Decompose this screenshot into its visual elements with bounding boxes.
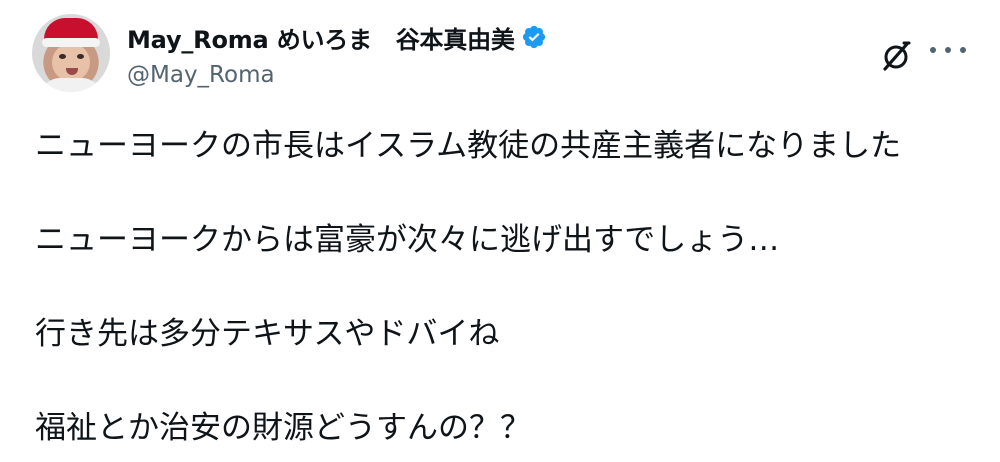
author-display-name[interactable]: May_Roma めいろま 谷本真由美 [127, 20, 515, 55]
author-handle[interactable]: @May_Roma [127, 62, 275, 88]
avatar-eye-left [59, 54, 66, 59]
more-dot [960, 47, 966, 53]
more-options-icon[interactable] [930, 38, 966, 62]
tweet-line: 福祉とか治安の財源どうすんの？？ [35, 410, 531, 446]
tweet-line: 行き先は多分テキサスやドバイね [35, 316, 500, 352]
avatar-body [40, 78, 102, 92]
more-dot [945, 47, 951, 53]
tweet-line: ニューヨークの市長はイスラム教徒の共産主義者になりました [35, 128, 902, 164]
author-name-row: May_Roma めいろま 谷本真由美 [127, 20, 547, 54]
avatar-hat-band [42, 38, 100, 47]
more-dot [930, 47, 936, 53]
tweet-header: May_Roma めいろま 谷本真由美 @May_Roma [32, 14, 982, 98]
avatar[interactable] [32, 14, 110, 92]
grok-icon[interactable] [880, 40, 912, 72]
verified-badge-icon [521, 24, 547, 50]
avatar-mouth [66, 68, 78, 75]
avatar-eye-right [77, 54, 84, 59]
tweet-line: ニューヨークからは富豪が次々に逃げ出すでしょう… [35, 222, 780, 258]
tweet-text: ニューヨークの市長はイスラム教徒の共産主義者になりました ニューヨークからは富豪… [35, 122, 985, 452]
tweet: May_Roma めいろま 谷本真由美 @May_Roma ニューヨークの市長は… [0, 0, 1000, 462]
